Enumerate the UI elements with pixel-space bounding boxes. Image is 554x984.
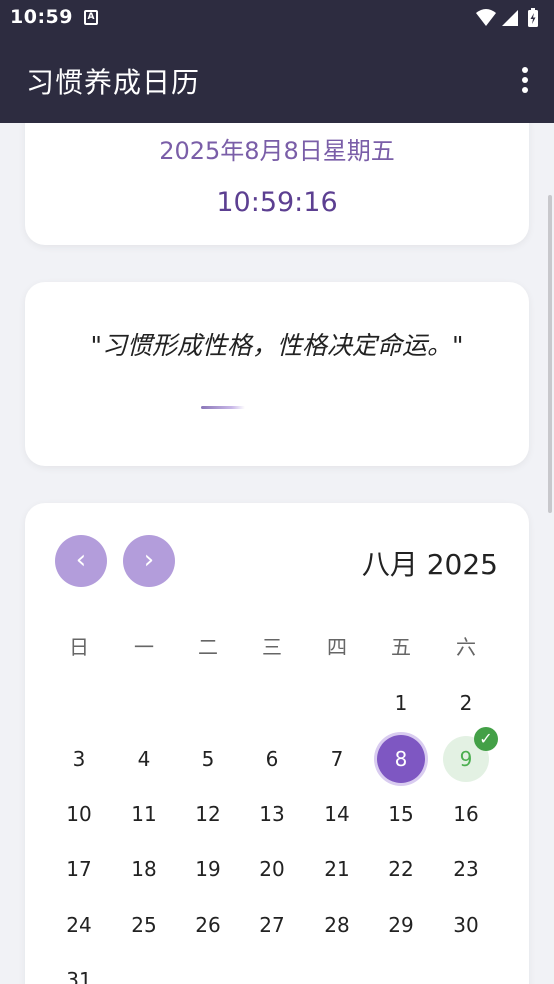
quote-card: "习惯形成性格，性格决定命运。" — [25, 282, 529, 466]
calendar-day[interactable]: 13 — [244, 792, 300, 836]
notification-icon: A — [84, 10, 98, 25]
current-time: 10:59:16 — [216, 187, 338, 218]
chevron-left-icon: ‹ — [75, 545, 87, 575]
main-content[interactable]: 2025年8月8日星期五 10:59:16 "习惯形成性格，性格决定命运。" ‹… — [0, 123, 554, 984]
prev-month-button[interactable]: ‹ — [55, 535, 107, 587]
check-icon: ✓ — [474, 727, 498, 751]
status-time: 10:59 — [10, 6, 73, 28]
calendar-day[interactable]: 21 — [309, 847, 365, 891]
calendar-day[interactable]: 6 — [244, 737, 300, 781]
calendar-day[interactable]: 22 — [373, 847, 429, 891]
calendar-card: ‹ › 八月 2025 日一二三四五六 1 2 3 4 5 6 7 8 9 ✓ 10 11 12 13 14 1… — [25, 503, 529, 984]
weekday-label: 五 — [391, 635, 411, 659]
calendar-day[interactable]: 31 — [51, 958, 107, 984]
weekday-label: 一 — [134, 635, 154, 659]
page-title: 习惯养成日历 — [26, 66, 201, 99]
calendar-day[interactable]: 4 — [116, 737, 172, 781]
weekday-label: 三 — [262, 635, 282, 659]
weekday-label: 二 — [198, 635, 218, 659]
more-options-icon[interactable] — [520, 67, 530, 95]
calendar-day[interactable]: 10 — [51, 792, 107, 836]
calendar-day[interactable]: 11 — [116, 792, 172, 836]
today-marker[interactable]: 8 — [377, 735, 425, 783]
wifi-icon — [476, 9, 496, 26]
calendar-day[interactable]: 18 — [116, 847, 172, 891]
calendar-day[interactable]: 14 — [309, 792, 365, 836]
calendar-day[interactable]: 24 — [51, 903, 107, 947]
status-bar: 10:59 A — [0, 0, 554, 37]
calendar-day[interactable]: 26 — [180, 903, 236, 947]
calendar-day[interactable]: 7 — [309, 737, 365, 781]
weekday-label: 四 — [327, 635, 347, 659]
calendar-day[interactable]: 2 — [438, 681, 494, 725]
app-bar: 习惯养成日历 — [0, 37, 554, 123]
calendar-day[interactable]: 16 — [438, 792, 494, 836]
calendar-day[interactable]: 23 — [438, 847, 494, 891]
calendar-day[interactable]: 1 — [373, 681, 429, 725]
calendar-day-today: 8 — [394, 747, 408, 771]
calendar-day[interactable]: 20 — [244, 847, 300, 891]
calendar-day[interactable]: 28 — [309, 903, 365, 947]
calendar-day[interactable]: 25 — [116, 903, 172, 947]
current-date: 2025年8月8日星期五 — [159, 137, 395, 165]
calendar-day[interactable]: 3 — [51, 737, 107, 781]
signal-icon — [502, 10, 518, 26]
quote-divider — [201, 406, 245, 409]
calendar-day[interactable]: 30 — [438, 903, 494, 947]
scrollbar[interactable] — [548, 195, 552, 513]
next-month-button[interactable]: › — [123, 535, 175, 587]
calendar-day[interactable]: 15 — [373, 792, 429, 836]
calendar-day[interactable]: 19 — [180, 847, 236, 891]
calendar-day[interactable]: 27 — [244, 903, 300, 947]
date-card: 2025年8月8日星期五 10:59:16 — [25, 123, 529, 245]
chevron-right-icon: › — [143, 545, 155, 575]
month-title: 八月 2025 — [361, 548, 498, 581]
calendar-day[interactable]: 17 — [51, 847, 107, 891]
weekday-label: 日 — [69, 635, 89, 659]
quote-text: "习惯形成性格，性格决定命运。" — [90, 331, 464, 360]
status-icons — [476, 8, 538, 27]
weekday-label: 六 — [456, 635, 476, 659]
calendar-day[interactable]: 5 — [180, 737, 236, 781]
calendar-day[interactable]: 12 — [180, 792, 236, 836]
calendar-day[interactable]: 29 — [373, 903, 429, 947]
